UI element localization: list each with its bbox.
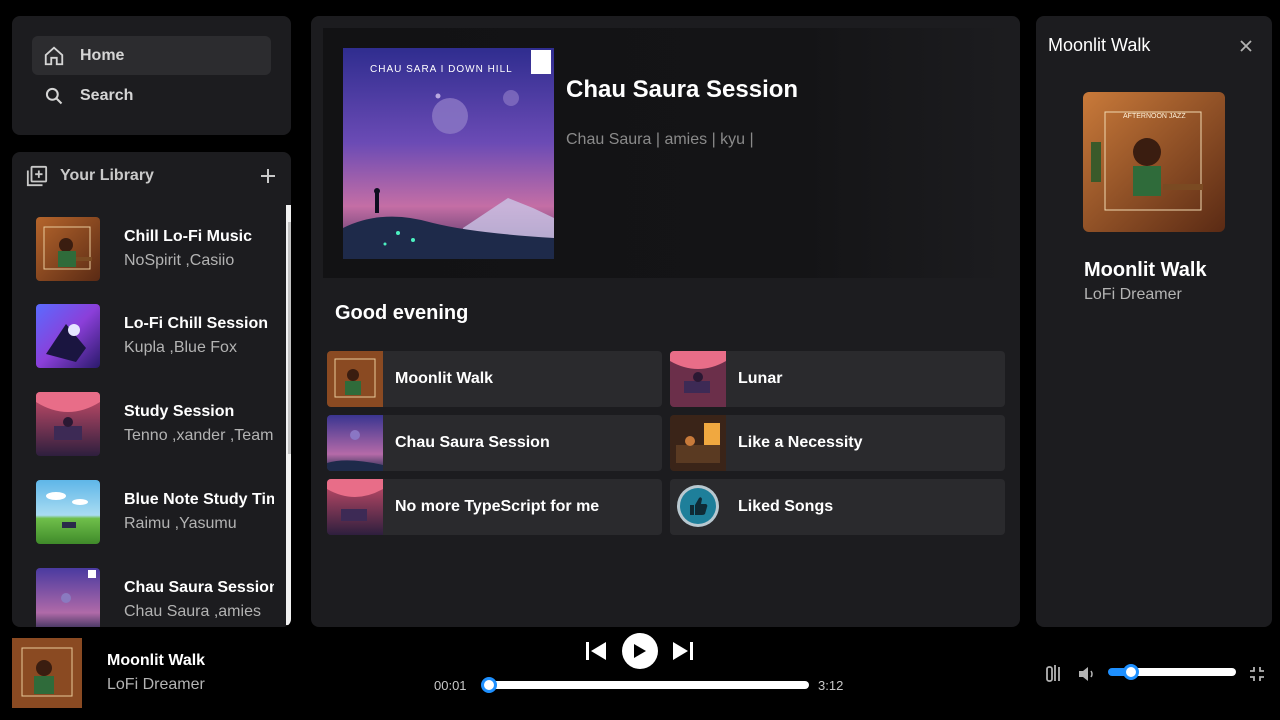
liked-songs-icon	[670, 479, 726, 535]
progress-bar[interactable]	[487, 681, 809, 689]
library-item-name: Lo-Fi Chill Session	[124, 315, 269, 332]
queue-icon[interactable]	[1044, 662, 1064, 684]
elapsed-time: 00:01	[434, 678, 467, 693]
quick-card[interactable]: Lunar	[670, 351, 1005, 407]
play-button[interactable]	[622, 633, 658, 669]
library-item-name: Study Session	[124, 403, 235, 420]
library-header: Your Library	[26, 164, 279, 188]
library-item[interactable]: Blue Note Study Time Raimu ,Yasumu	[36, 480, 274, 544]
card-cover	[670, 351, 726, 407]
player-song-title: Moonlit Walk	[107, 652, 206, 669]
library-scrollbar[interactable]: ▲ ▼	[286, 205, 291, 625]
greeting-heading: Good evening	[335, 302, 469, 324]
next-button[interactable]	[671, 639, 695, 663]
library-icon[interactable]	[26, 165, 48, 187]
main-content: CHAU SARA I DOWN HILL Chau Saura Session…	[311, 16, 1020, 627]
library-item-artists: NoSpirit ,Casiio	[124, 252, 235, 269]
close-icon[interactable]	[1236, 36, 1256, 56]
nav-home[interactable]: Home	[32, 36, 271, 75]
quick-card[interactable]: Moonlit Walk	[327, 351, 662, 407]
library-item[interactable]: Study Session Tenno ,xander ,Team	[36, 392, 274, 456]
card-cover	[327, 415, 383, 471]
playlist-cover	[36, 568, 100, 627]
playlist-cover	[36, 392, 100, 456]
scrollbar-thumb[interactable]	[288, 222, 291, 454]
hero-cover-art: CHAU SARA I DOWN HILL	[343, 48, 554, 259]
now-playing-cover-text: AFTERNOON JAZZ	[1123, 113, 1186, 120]
library-item-artists: Kupla ,Blue Fox	[124, 339, 237, 356]
hero-banner[interactable]: CHAU SARA I DOWN HILL Chau Saura Session…	[323, 28, 1008, 278]
library-item-artists: Raimu ,Yasumu	[124, 515, 237, 532]
quick-card[interactable]: Liked Songs	[670, 479, 1005, 535]
nav-search[interactable]: Search	[32, 76, 271, 115]
volume-slider[interactable]	[1122, 668, 1236, 676]
player-bar: Moonlit Walk LoFi Dreamer 00:01 3:12	[0, 630, 1280, 720]
now-playing-panel-title: Moonlit Walk	[1048, 35, 1151, 55]
card-label: Moonlit Walk	[395, 370, 494, 387]
quick-card[interactable]: Like a Necessity	[670, 415, 1005, 471]
card-cover	[670, 415, 726, 471]
nav-home-label: Home	[80, 46, 125, 64]
volume-icon[interactable]	[1077, 664, 1097, 684]
player-cover	[12, 638, 82, 708]
playlist-cover	[36, 217, 100, 281]
player-artist: LoFi Dreamer	[107, 676, 205, 693]
library-item[interactable]: Chau Saura Session Chau Saura ,amies	[36, 568, 274, 627]
library-item[interactable]: Lo-Fi Chill Session Kupla ,Blue Fox	[36, 304, 274, 368]
home-icon	[42, 44, 66, 68]
scroll-up-icon[interactable]: ▲	[286, 205, 291, 220]
duration-time: 3:12	[818, 678, 844, 693]
hero-subtitle: Chau Saura | amies | kyu |	[566, 131, 754, 148]
library-item-name: Chau Saura Session	[124, 579, 274, 596]
play-icon	[634, 644, 646, 658]
add-playlist-icon[interactable]	[257, 165, 279, 187]
nav-search-label: Search	[80, 86, 134, 104]
playlist-cover	[36, 480, 100, 544]
now-playing-cover: AFTERNOON JAZZ	[1083, 92, 1225, 232]
card-label: No more TypeScript for me	[395, 498, 600, 515]
search-icon	[42, 84, 66, 108]
volume-knob[interactable]	[1122, 664, 1139, 680]
card-label: Lunar	[738, 370, 783, 387]
hero-title: Chau Saura Session	[566, 76, 799, 103]
app-root: Home Search Your Library Chill Lo-Fi Mus…	[0, 0, 1280, 720]
card-cover	[327, 351, 383, 407]
library-item-artists: Chau Saura ,amies	[124, 603, 261, 620]
playlist-cover	[36, 304, 100, 368]
library-item[interactable]: Chill Lo-Fi Music NoSpirit ,Casiio	[36, 217, 274, 281]
library-item-artists: Tenno ,xander ,Team	[124, 427, 274, 444]
card-label: Chau Saura Session	[395, 434, 550, 451]
now-playing-artist: LoFi Dreamer	[1084, 286, 1182, 303]
library-panel: Your Library Chill Lo-Fi Music NoSpirit …	[12, 152, 291, 627]
now-playing-panel: Moonlit Walk AFTERNOON JAZZ Moonlit Walk…	[1036, 16, 1272, 627]
progress-knob[interactable]	[480, 677, 497, 693]
previous-button[interactable]	[584, 639, 608, 663]
card-label: Liked Songs	[738, 498, 834, 515]
now-playing-song: Moonlit Walk	[1084, 259, 1207, 281]
library-title: Your Library	[60, 167, 154, 184]
hero-cover-text: CHAU SARA I DOWN HILL	[370, 64, 513, 75]
fullscreen-exit-icon[interactable]	[1247, 664, 1267, 684]
library-list: Chill Lo-Fi Music NoSpirit ,Casiio Lo-Fi…	[12, 204, 274, 627]
card-cover	[327, 479, 383, 535]
scroll-down-icon[interactable]: ▼	[286, 610, 291, 625]
card-label: Like a Necessity	[738, 434, 863, 451]
library-item-name: Blue Note Study Time	[124, 491, 274, 508]
library-item-name: Chill Lo-Fi Music	[124, 228, 252, 245]
quick-card[interactable]: Chau Saura Session	[327, 415, 662, 471]
quick-card[interactable]: No more TypeScript for me	[327, 479, 662, 535]
main-nav: Home Search	[12, 16, 291, 135]
